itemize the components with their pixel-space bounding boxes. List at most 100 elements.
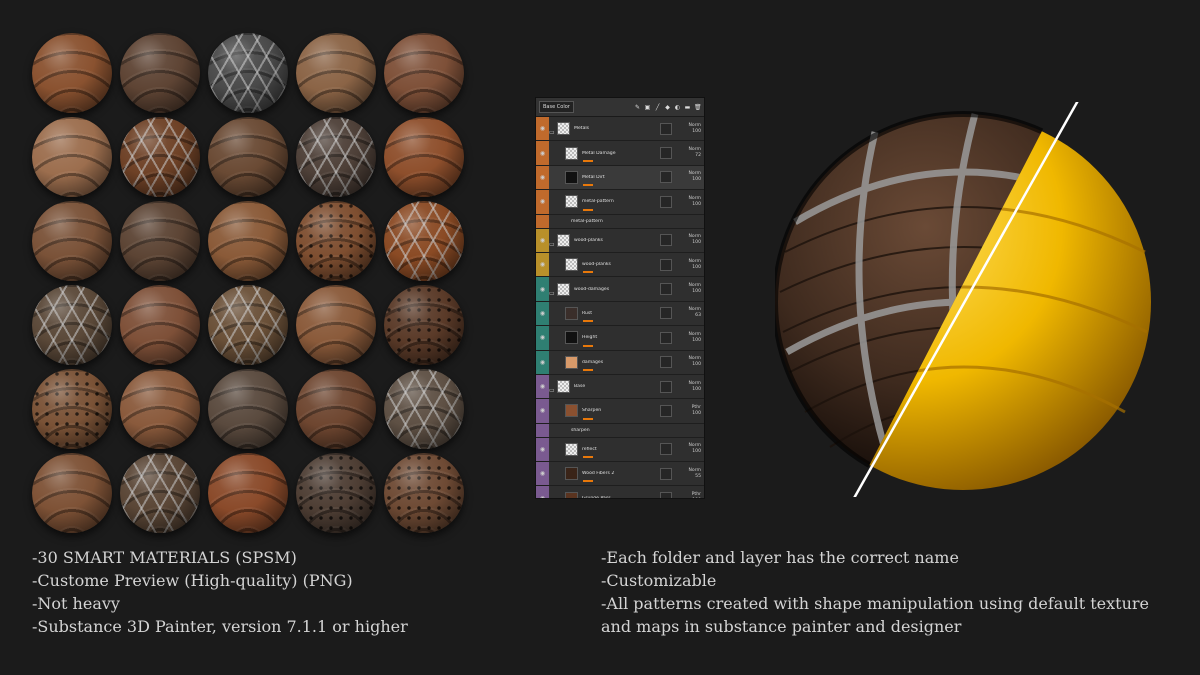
layer-opacity[interactable]: 100: [675, 449, 701, 455]
layer-opacity[interactable]: 100: [675, 240, 701, 246]
layer-row[interactable]: ◉ Wood Fibers 2 Norm 55: [536, 462, 704, 487]
layer-name: Height: [582, 335, 598, 341]
mask-slot[interactable]: [660, 171, 672, 184]
layer-opacity[interactable]: 100: [675, 411, 701, 417]
mask-slot[interactable]: [660, 258, 672, 271]
blend-opacity[interactable]: Norm 100: [675, 171, 704, 183]
layer-list: ◉ ▭ Metals Norm 100 ◉ Metal Damage Norm 72 ◉ Metal…: [536, 117, 704, 499]
delete-icon[interactable]: 🗑: [694, 104, 702, 111]
mask-slot[interactable]: [660, 443, 672, 456]
layer-opacity[interactable]: 100: [675, 362, 701, 368]
visibility-eye-icon[interactable]: ◉: [540, 125, 545, 132]
blend-opacity[interactable]: Norm 100: [675, 259, 704, 271]
visibility-eye-icon[interactable]: ◉: [540, 174, 545, 181]
layer-opacity[interactable]: 100: [675, 289, 701, 295]
layer-row[interactable]: ◉ Metal Dirt Norm 100: [536, 165, 704, 191]
material-sphere: [296, 369, 376, 449]
layer-opacity[interactable]: 72: [675, 153, 701, 159]
blend-opacity[interactable]: Norm 100: [675, 332, 704, 344]
layer-row[interactable]: ◉ damages Norm 100: [536, 350, 704, 375]
layer-row[interactable]: ◉ Height Norm 100: [536, 326, 704, 351]
layer-row[interactable]: ◉ wood-planks Norm 100: [536, 252, 704, 278]
blend-opacity[interactable]: Norm 100: [675, 356, 704, 368]
blend-opacity[interactable]: Norm 72: [675, 147, 704, 159]
layer-opacity[interactable]: 100: [675, 387, 701, 393]
blend-opacity[interactable]: Norm 100: [675, 123, 704, 135]
smart-material-icon[interactable]: ◐: [674, 104, 681, 111]
layer-thumbnail: [565, 195, 578, 209]
layer-effect[interactable]: sharpen: [536, 423, 704, 438]
blend-opacity[interactable]: Norm 100: [675, 196, 704, 208]
layer-folder[interactable]: ◉ ▭ wood-damages Norm 100: [536, 277, 704, 302]
blend-opacity[interactable]: Pthr100: [675, 405, 704, 417]
blend-opacity[interactable]: Pthr100: [675, 492, 704, 499]
layer-effect[interactable]: metal-pattern: [536, 214, 704, 229]
layer-opacity[interactable]: 100: [675, 177, 701, 183]
mask-slot[interactable]: [660, 380, 672, 393]
mask-slot[interactable]: [660, 356, 672, 369]
paint-layer-icon[interactable]: ╱: [654, 104, 661, 111]
material-sphere: [32, 117, 112, 197]
material-sphere: [32, 33, 112, 113]
folder-icon: ▭: [549, 129, 555, 137]
mask-slot[interactable]: [660, 307, 672, 320]
add-effect-icon[interactable]: ✎: [634, 104, 641, 111]
channel-select[interactable]: Base Color: [539, 101, 574, 113]
material-sphere: [120, 33, 200, 113]
visibility-eye-icon[interactable]: ◉: [540, 446, 545, 453]
mask-slot[interactable]: [660, 492, 672, 498]
mask-slot[interactable]: [660, 234, 672, 247]
blend-opacity[interactable]: Norm 100: [675, 283, 704, 295]
blend-opacity[interactable]: Norm 55: [675, 468, 704, 480]
mask-slot[interactable]: [660, 195, 672, 208]
layer-row[interactable]: ◉ metal-pattern Norm 100: [536, 190, 704, 215]
layer-opacity[interactable]: 100: [675, 338, 701, 344]
blend-opacity[interactable]: Norm 63: [675, 307, 704, 319]
layer-row[interactable]: ◉ Metal Damage Norm 72: [536, 141, 704, 166]
layer-folder[interactable]: ◉ ▭ wood-planks Norm 100: [536, 228, 704, 253]
layer-accent-bar: [583, 480, 593, 483]
mask-slot[interactable]: [660, 404, 672, 417]
blend-opacity[interactable]: Norm 100: [675, 234, 704, 246]
layer-row[interactable]: ◉ reflect Norm 100: [536, 437, 704, 463]
folder-icon[interactable]: ▬: [684, 104, 691, 111]
visibility-eye-icon[interactable]: ◉: [540, 407, 545, 414]
layer-opacity[interactable]: 100: [675, 202, 701, 208]
material-sphere: [120, 453, 200, 533]
layer-opacity[interactable]: 100: [675, 129, 701, 135]
feature-line: -All patterns created with shape manipul…: [601, 594, 1150, 613]
visibility-eye-icon[interactable]: ◉: [540, 310, 545, 317]
visibility-eye-icon[interactable]: ◉: [540, 237, 545, 244]
layer-opacity[interactable]: 55: [675, 474, 701, 480]
visibility-eye-icon[interactable]: ◉: [540, 495, 545, 498]
layer-opacity[interactable]: 100: [675, 265, 701, 271]
mask-slot[interactable]: [660, 283, 672, 296]
layer-opacity[interactable]: 100: [675, 498, 701, 499]
mask-slot[interactable]: [660, 147, 672, 160]
material-sphere: [208, 117, 288, 197]
visibility-eye-icon[interactable]: ◉: [540, 198, 545, 205]
visibility-eye-icon[interactable]: ◉: [540, 470, 545, 477]
material-sphere: [120, 369, 200, 449]
add-mask-icon[interactable]: ▣: [644, 104, 651, 111]
layer-row[interactable]: ◉ Grunge Pass Pthr100: [536, 486, 704, 499]
feature-line: -Customizable: [601, 571, 717, 590]
blend-opacity[interactable]: Norm 100: [675, 381, 704, 393]
fill-layer-icon[interactable]: ◆: [664, 104, 671, 111]
mask-slot[interactable]: [660, 331, 672, 344]
visibility-eye-icon[interactable]: ◉: [540, 150, 545, 157]
layer-opacity[interactable]: 63: [675, 313, 701, 319]
mask-slot[interactable]: [660, 122, 672, 135]
visibility-eye-icon[interactable]: ◉: [540, 359, 545, 366]
layer-row[interactable]: ◉ Rust Norm 63: [536, 301, 704, 327]
layer-folder[interactable]: ◉ ▭ Base Norm 100: [536, 374, 704, 400]
mask-slot[interactable]: [660, 467, 672, 480]
layer-thumbnail: [565, 404, 578, 418]
visibility-eye-icon[interactable]: ◉: [540, 383, 545, 390]
blend-opacity[interactable]: Norm 100: [675, 443, 704, 455]
layer-folder[interactable]: ◉ ▭ Metals Norm 100: [536, 117, 704, 142]
layer-row[interactable]: ◉ Sharpen Pthr 100: [536, 399, 704, 424]
visibility-eye-icon[interactable]: ◉: [540, 261, 545, 268]
visibility-eye-icon[interactable]: ◉: [540, 334, 545, 341]
visibility-eye-icon[interactable]: ◉: [540, 286, 545, 293]
